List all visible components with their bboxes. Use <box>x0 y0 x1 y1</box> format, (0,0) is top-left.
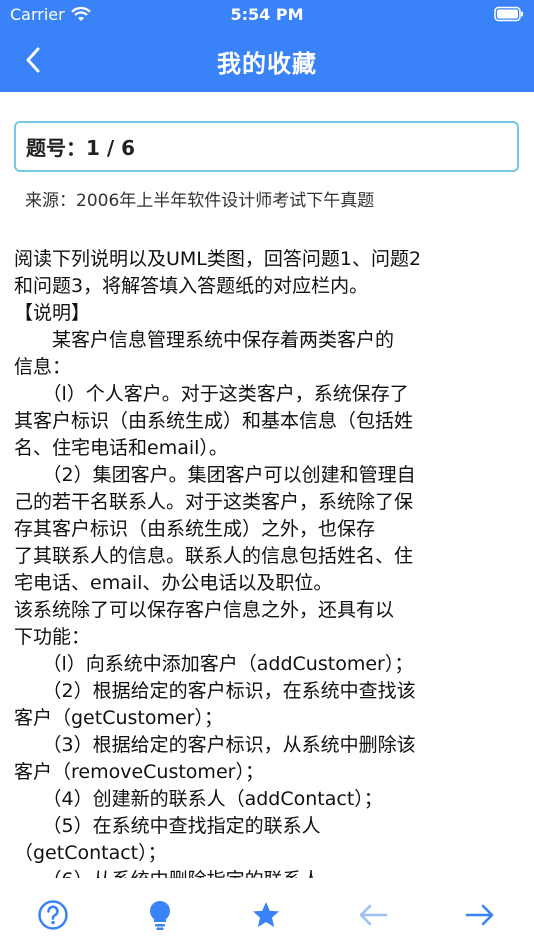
content-line: 了其联系人的信息。联系人的信息包括姓名、住 <box>14 545 414 567</box>
status-time: 5:54 PM <box>230 5 304 24</box>
content-line: 阅读下列说明以及UML类图，回答问题1、问题2 <box>14 248 422 270</box>
content-line: （5）在系统中查找指定的联系人 <box>14 815 321 837</box>
bottom-toolbar <box>0 880 534 950</box>
content-line: 存其客户标识（由系统生成）之外，也保存 <box>14 518 376 540</box>
content-line: 信息： <box>14 356 72 378</box>
status-bar: Carrier 5:54 PM <box>0 0 534 30</box>
content-line: （l）个人客户。对于这类客户，系统保存了 <box>14 383 409 405</box>
content-line: （l）向系统中添加客户（addCustomer）； <box>14 653 414 675</box>
content-line: （4）创建新的联系人（addContact）； <box>14 788 383 810</box>
app-header: Carrier 5:54 PM 我的收藏 <box>0 0 534 92</box>
question-number-field: 题号：1 / 6 <box>14 121 519 172</box>
content-line: 和问题3，将解答填入答题纸的对应栏内。 <box>14 275 369 297</box>
content-line: 己的若干名联系人。对于这类客户，系统除了保 <box>14 491 414 513</box>
arrow-left-icon <box>359 904 388 926</box>
help-icon <box>38 900 68 930</box>
nav-bar: 我的收藏 <box>0 30 534 92</box>
question-content[interactable]: 阅读下列说明以及UML类图，回答问题1、问题2 和问题3，将解答填入答题纸的对应栏… <box>14 246 520 878</box>
previous-button[interactable] <box>353 895 393 935</box>
help-button[interactable] <box>33 895 73 935</box>
content-line: 该系统除了可以保存客户信息之外，还具有以 <box>14 599 395 621</box>
star-icon <box>253 902 279 927</box>
content-line: 【说明】 <box>14 302 91 324</box>
page-title: 我的收藏 <box>217 50 317 78</box>
content-line: （6）从系统中删除指定的联系人 <box>14 867 520 878</box>
content-line: （3）根据给定的客户标识，从系统中删除该 <box>14 734 416 756</box>
next-button[interactable] <box>460 895 500 935</box>
lightbulb-icon <box>150 901 170 930</box>
content-line: （2）集团客户。集团客户可以创建和管理自 <box>14 464 416 486</box>
content-line: （getContact）； <box>14 842 167 864</box>
content-line: 某客户信息管理系统中保存着两类客户的 <box>14 329 395 351</box>
battery-icon <box>494 6 524 26</box>
content-line: 下功能： <box>14 626 91 648</box>
arrow-right-icon <box>465 904 494 926</box>
content-line: 名、住宅电话和email）。 <box>14 437 228 459</box>
favorite-button[interactable] <box>246 895 286 935</box>
content-line: 客户（getCustomer）； <box>14 707 223 729</box>
hint-button[interactable] <box>140 895 180 935</box>
content-line: 宅电话、email、办公电话以及职位。 <box>14 572 333 594</box>
question-source: 来源：2006年上半年软件设计师考试下午真题 <box>25 191 375 211</box>
content-line: 客户（removeCustomer）； <box>14 761 264 783</box>
content-line: （2）根据给定的客户标识，在系统中查找该 <box>14 680 416 702</box>
content-line: 其客户标识（由系统生成）和基本信息（包括姓 <box>14 410 414 432</box>
